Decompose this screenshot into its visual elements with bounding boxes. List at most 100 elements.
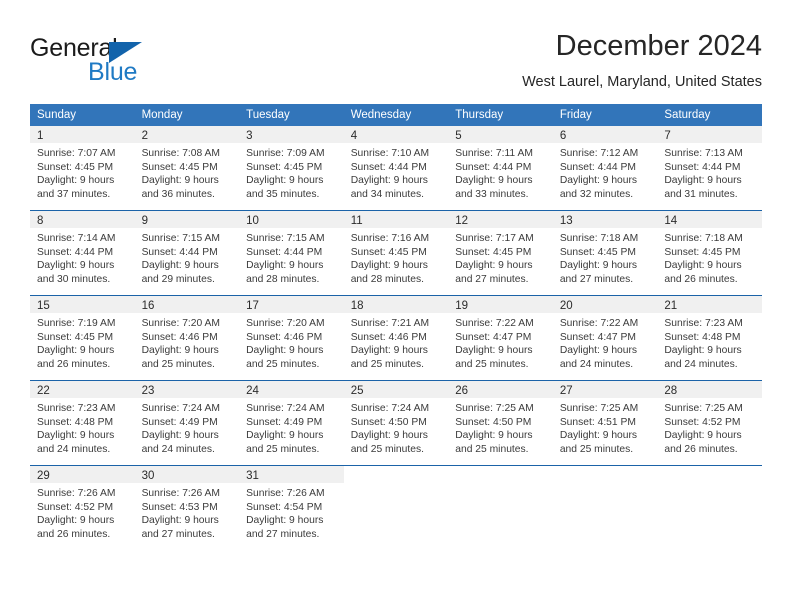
- calendar-day-cell[interactable]: 11 Sunrise: 7:16 AM Sunset: 4:45 PM Dayligh…: [343, 210, 449, 296]
- calendar-day-cell[interactable]: 7 Sunrise: 7:13 AM Sunset: 4:44 PM Daylight…: [657, 126, 762, 211]
- calendar-day-cell[interactable]: 14 Sunrise: 7:18 AM Sunset: 4:45 PM Dayligh…: [657, 210, 762, 296]
- calendar-week-row: 15 Sunrise: 7:19 AM Sunset: 4:45 PM Dayligh…: [30, 295, 762, 381]
- calendar-day-cell[interactable]: 31 Sunrise: 7:26 AM Sunset: 4:54 PM Dayligh…: [239, 465, 344, 550]
- daylight-duration-line2: and 24 minutes.: [559, 358, 634, 370]
- calendar-day-cell[interactable]: 15 Sunrise: 7:19 AM Sunset: 4:45 PM Dayligh…: [30, 295, 135, 381]
- calendar-day-cell[interactable]: 10 Sunrise: 7:15 AM Sunset: 4:44 PM Dayligh…: [239, 210, 344, 296]
- sunset-time: Sunset: 4:52 PM: [37, 501, 114, 513]
- sunset-time: Sunset: 4:47 PM: [455, 331, 532, 343]
- calendar-day-cell[interactable]: 16 Sunrise: 7:20 AM Sunset: 4:46 PM Dayligh…: [134, 295, 240, 381]
- daylight-duration-line2: and 31 minutes.: [664, 188, 738, 200]
- calendar-day-cell[interactable]: 5 Sunrise: 7:11 AM Sunset: 4:44 PM Daylight…: [448, 126, 553, 211]
- calendar-day-cell[interactable]: 28 Sunrise: 7:25 AM Sunset: 4:52 PM Dayligh…: [657, 380, 762, 466]
- day-number: 10: [246, 215, 259, 227]
- calendar-day-cell: [552, 465, 658, 550]
- general-blue-logo[interactable]: General Blue: [30, 34, 260, 90]
- day-number-band: 5: [448, 126, 553, 143]
- calendar-week-row: 1 Sunrise: 7:07 AM Sunset: 4:45 PM Daylight…: [30, 126, 762, 211]
- day-cell-content: 19 Sunrise: 7:22 AM Sunset: 4:47 PM Dayligh…: [448, 296, 553, 380]
- calendar-day-cell[interactable]: 30 Sunrise: 7:26 AM Sunset: 4:53 PM Dayligh…: [134, 465, 240, 550]
- daylight-duration-line1: Daylight: 9 hours: [559, 175, 638, 187]
- sunset-time: Sunset: 4:48 PM: [37, 416, 114, 428]
- calendar-week-row: 29 Sunrise: 7:26 AM Sunset: 4:52 PM Dayligh…: [30, 465, 762, 550]
- calendar-day-cell[interactable]: 18 Sunrise: 7:21 AM Sunset: 4:46 PM Dayligh…: [343, 295, 449, 381]
- calendar-day-cell: [448, 465, 553, 550]
- day-number-band: 27: [552, 381, 658, 398]
- calendar-day-cell[interactable]: 21 Sunrise: 7:23 AM Sunset: 4:48 PM Dayligh…: [657, 295, 762, 381]
- sunset-time: Sunset: 4:45 PM: [141, 161, 218, 173]
- sunset-time: Sunset: 4:44 PM: [559, 161, 636, 173]
- daylight-duration-line2: and 25 minutes.: [350, 443, 424, 455]
- day-cell-content: 15 Sunrise: 7:19 AM Sunset: 4:45 PM Dayligh…: [30, 296, 135, 380]
- day-cell-content: 23 Sunrise: 7:24 AM Sunset: 4:49 PM Dayligh…: [134, 381, 240, 465]
- day-info: Sunrise: 7:19 AM Sunset: 4:45 PM Daylight:…: [30, 313, 135, 371]
- sunrise-time: Sunrise: 7:15 AM: [246, 233, 325, 244]
- daylight-duration-line2: and 28 minutes.: [246, 273, 320, 285]
- calendar-day-cell[interactable]: 24 Sunrise: 7:24 AM Sunset: 4:49 PM Dayligh…: [239, 380, 344, 466]
- calendar-week-row: 8 Sunrise: 7:14 AM Sunset: 4:44 PM Daylight…: [30, 210, 762, 296]
- day-number-band: 22: [30, 381, 135, 398]
- sunrise-time: Sunrise: 7:07 AM: [37, 148, 116, 159]
- calendar-day-cell[interactable]: 23 Sunrise: 7:24 AM Sunset: 4:49 PM Dayligh…: [134, 380, 240, 466]
- day-number: 29: [37, 470, 50, 482]
- day-info: Sunrise: 7:22 AM Sunset: 4:47 PM Daylight:…: [553, 313, 658, 371]
- calendar-day-cell[interactable]: 4 Sunrise: 7:10 AM Sunset: 4:44 PM Daylight…: [343, 126, 449, 211]
- day-number: 7: [664, 130, 671, 142]
- calendar-day-cell[interactable]: 13 Sunrise: 7:18 AM Sunset: 4:45 PM Dayligh…: [552, 210, 658, 296]
- day-cell-content: 1 Sunrise: 7:07 AM Sunset: 4:45 PM Daylight…: [30, 126, 135, 210]
- daylight-duration-line2: and 26 minutes.: [37, 528, 111, 540]
- daylight-duration-line2: and 26 minutes.: [664, 273, 738, 285]
- day-cell-content: 17 Sunrise: 7:20 AM Sunset: 4:46 PM Dayligh…: [239, 296, 344, 380]
- sunset-time: Sunset: 4:53 PM: [141, 501, 218, 513]
- calendar-day-cell[interactable]: 29 Sunrise: 7:26 AM Sunset: 4:52 PM Dayligh…: [30, 465, 135, 550]
- calendar-day-cell[interactable]: 17 Sunrise: 7:20 AM Sunset: 4:46 PM Dayligh…: [239, 295, 344, 381]
- day-info: Sunrise: 7:23 AM Sunset: 4:48 PM Daylight:…: [30, 398, 135, 456]
- calendar-day-cell[interactable]: 8 Sunrise: 7:14 AM Sunset: 4:44 PM Daylight…: [30, 210, 135, 296]
- day-number-band: 7: [657, 126, 762, 143]
- calendar-day-cell[interactable]: 2 Sunrise: 7:08 AM Sunset: 4:45 PM Daylight…: [134, 126, 240, 211]
- day-cell-content: 3 Sunrise: 7:09 AM Sunset: 4:45 PM Daylight…: [239, 126, 344, 210]
- title-block: December 2024 West Laurel, Maryland, Uni…: [522, 28, 762, 92]
- daylight-duration-line1: Daylight: 9 hours: [246, 175, 324, 187]
- day-number-band: [448, 466, 553, 483]
- daylight-duration-line1: Daylight: 9 hours: [141, 260, 219, 272]
- calendar-day-cell[interactable]: 27 Sunrise: 7:25 AM Sunset: 4:51 PM Dayligh…: [552, 380, 658, 466]
- daylight-duration-line1: Daylight: 9 hours: [37, 175, 115, 187]
- day-number-band: 30: [134, 466, 240, 483]
- day-info: Sunrise: 7:20 AM Sunset: 4:46 PM Daylight:…: [135, 313, 240, 371]
- sunrise-time: Sunrise: 7:09 AM: [246, 148, 325, 159]
- sunrise-time: Sunrise: 7:11 AM: [455, 148, 533, 159]
- calendar-day-cell[interactable]: 12 Sunrise: 7:17 AM Sunset: 4:45 PM Dayligh…: [448, 210, 553, 296]
- day-info: [448, 483, 553, 487]
- sunrise-time: Sunrise: 7:22 AM: [455, 318, 534, 329]
- day-number: 3: [246, 130, 253, 142]
- calendar-day-cell[interactable]: 26 Sunrise: 7:25 AM Sunset: 4:50 PM Dayligh…: [448, 380, 553, 466]
- weekday-header-friday: Friday: [552, 104, 658, 126]
- calendar-day-cell[interactable]: 25 Sunrise: 7:24 AM Sunset: 4:50 PM Dayligh…: [343, 380, 449, 466]
- day-number-band: 3: [239, 126, 344, 143]
- daylight-duration-line1: Daylight: 9 hours: [246, 345, 324, 357]
- calendar-day-cell[interactable]: 9 Sunrise: 7:15 AM Sunset: 4:44 PM Daylight…: [134, 210, 240, 296]
- day-number-band: 6: [552, 126, 658, 143]
- calendar-day-cell[interactable]: 20 Sunrise: 7:22 AM Sunset: 4:47 PM Dayligh…: [552, 295, 658, 381]
- day-number: 4: [350, 130, 358, 142]
- sunrise-time: Sunrise: 7:24 AM: [141, 403, 220, 414]
- calendar-day-cell[interactable]: 19 Sunrise: 7:22 AM Sunset: 4:47 PM Dayligh…: [448, 295, 553, 381]
- day-info: Sunrise: 7:21 AM Sunset: 4:46 PM Daylight:…: [344, 313, 449, 371]
- calendar-day-cell[interactable]: 22 Sunrise: 7:23 AM Sunset: 4:48 PM Dayligh…: [30, 380, 135, 466]
- weekday-header-tuesday: Tuesday: [239, 104, 344, 126]
- calendar-day-cell[interactable]: 6 Sunrise: 7:12 AM Sunset: 4:44 PM Daylight…: [552, 126, 658, 211]
- day-cell-empty: [448, 466, 553, 550]
- day-number: 15: [37, 300, 50, 312]
- daylight-duration-line2: and 26 minutes.: [37, 358, 111, 370]
- daylight-duration-line2: and 35 minutes.: [246, 188, 320, 200]
- day-number-band: 28: [657, 381, 762, 398]
- calendar-day-cell[interactable]: 3 Sunrise: 7:09 AM Sunset: 4:45 PM Daylight…: [239, 126, 344, 211]
- page-header: General Blue December 2024 West Laurel, …: [30, 28, 762, 98]
- location-subtitle: West Laurel, Maryland, United States: [522, 74, 762, 90]
- day-cell-content: 25 Sunrise: 7:24 AM Sunset: 4:50 PM Dayligh…: [343, 381, 449, 465]
- calendar-day-cell[interactable]: 1 Sunrise: 7:07 AM Sunset: 4:45 PM Daylight…: [30, 126, 135, 211]
- day-cell-content: 7 Sunrise: 7:13 AM Sunset: 4:44 PM Daylight…: [657, 126, 762, 210]
- weekday-header-sunday: Sunday: [30, 104, 135, 126]
- daylight-duration-line2: and 36 minutes.: [141, 188, 215, 200]
